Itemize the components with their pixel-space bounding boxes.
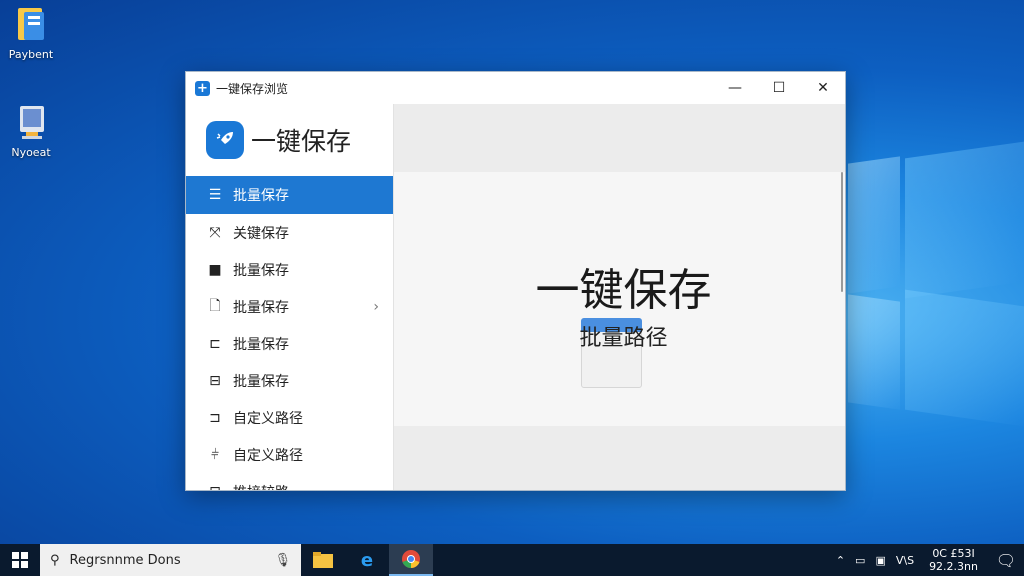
sidebar: 一键保存 ☰ 批量保存 ⤧ 关键保存 ■ 批量保存 🗋 批量保存 › ⊏ 批量保… — [186, 104, 394, 490]
document-icon: 🗋 — [209, 297, 221, 314]
sliders-icon: ⫩ — [210, 446, 220, 463]
desktop-icon-paybent[interactable]: Paybent — [0, 6, 62, 61]
app-plus-icon: + — [195, 80, 210, 96]
box-icon: ■ — [208, 261, 222, 278]
wallpaper-beam — [848, 156, 900, 294]
wallpaper-beam — [848, 294, 900, 410]
sidebar-item-custom-path[interactable]: ⊐ 自定义路径 — [186, 399, 393, 436]
brand-title: 一键保存 — [251, 127, 352, 156]
file-minus-icon: ⊟ — [209, 372, 221, 389]
sidebar-item-more[interactable]: ⊡ 推接较路 — [186, 473, 393, 491]
window-title: 一键保存浏览 — [216, 81, 289, 96]
window-controls: — ☐ ✕ — [713, 72, 845, 104]
sidebar-item-batch-save-2[interactable]: ■ 批量保存 — [186, 251, 393, 288]
desktop-icon-label: Nyoeat — [11, 146, 51, 159]
microphone-icon[interactable]: 🎙 — [274, 553, 291, 568]
tray-text[interactable]: V\S — [896, 554, 914, 567]
clock[interactable]: 0C £53I 92.2.3nn — [929, 547, 978, 573]
maximize-button[interactable]: ☐ — [757, 72, 801, 104]
bracket-icon: ⊐ — [209, 409, 221, 426]
clock-time: 0C £53I — [932, 547, 975, 560]
notification-icon[interactable]: 🗨 — [988, 551, 1024, 570]
sidebar-item-label: 批量保存 — [233, 188, 289, 204]
minimize-button[interactable]: — — [713, 72, 757, 104]
sidebar-item-key-save[interactable]: ⤧ 关键保存 — [186, 214, 393, 251]
chevron-up-icon[interactable]: ⌃ — [836, 554, 845, 567]
network-icon[interactable]: ▣ — [875, 554, 885, 567]
taskbar-chrome[interactable] — [389, 544, 433, 576]
taskbar-search-box[interactable]: ⚲ Regrsnnme Dons 🎙 — [40, 544, 301, 576]
sidebar-item-label: 批量保存 — [233, 373, 289, 390]
sidebar-item-batch-save-5[interactable]: ⊟ 批量保存 — [186, 362, 393, 399]
folder-icon — [313, 552, 333, 568]
system-tray: ⌃ ▭ ▣ V\S 0C £53I 92.2.3nn 🗨 — [831, 544, 1024, 576]
sidebar-item-custom-path-2[interactable]: ⫩ 自定义路径 — [186, 436, 393, 473]
sidebar-item-batch-save-3[interactable]: 🗋 批量保存 › — [186, 288, 393, 325]
hero-subtitle: 批量路径 — [579, 326, 668, 351]
branch-icon: ⊏ — [209, 335, 221, 352]
taskbar-edge[interactable]: e — [345, 544, 389, 576]
main-content: 一键保存 批量路径 — [394, 104, 845, 490]
sidebar-item-label: 批量保存 — [233, 336, 289, 353]
close-button[interactable]: ✕ — [801, 72, 845, 104]
rocket-icon — [206, 121, 244, 159]
search-placeholder: Regrsnnme Dons — [69, 552, 181, 568]
file-icon: ⊡ — [206, 484, 224, 491]
sidebar-item-batch-save[interactable]: ☰ 批量保存 — [186, 176, 393, 214]
sidebar-item-label: 批量保存 — [233, 299, 289, 316]
sidebar-item-label: 推接较路 — [233, 482, 289, 491]
taskbar-file-explorer[interactable] — [301, 544, 345, 576]
app-window: + 一键保存浏览 — ☐ ✕ 一键保存 ☰ 批量保存 ⤧ 关键保存 ■ 批量保存… — [185, 71, 846, 491]
wallpaper-beam — [905, 289, 1024, 427]
list-icon: ☰ — [208, 187, 222, 203]
battery-icon[interactable]: ▭ — [855, 554, 865, 567]
content-header-band — [394, 104, 845, 172]
vertical-scrollbar[interactable] — [841, 172, 843, 292]
sidebar-item-label: 自定义路径 — [233, 447, 303, 464]
folder-doc-icon — [14, 6, 48, 44]
share-nodes-icon: ⤧ — [209, 224, 221, 241]
sidebar-item-label: 关键保存 — [233, 225, 289, 242]
chrome-icon — [402, 550, 420, 568]
hero-title: 一键保存 — [535, 265, 712, 316]
search-icon: ⚲ — [50, 552, 60, 568]
chevron-right-icon: › — [373, 298, 379, 315]
sidebar-item-label: 批量保存 — [233, 262, 289, 279]
edge-icon: e — [360, 549, 374, 571]
desktop-icon-nyoeat[interactable]: Nyoeat — [0, 104, 62, 159]
taskbar: ⚲ Regrsnnme Dons 🎙 e ⌃ ▭ ▣ V\S 0C £53I 9… — [0, 544, 1024, 576]
content-hero-area: 一键保存 批量路径 — [394, 172, 845, 426]
start-button[interactable] — [0, 544, 40, 576]
windows-logo-icon — [12, 552, 28, 568]
desktop-icon-label: Paybent — [8, 48, 54, 61]
wallpaper-beam — [905, 141, 1024, 299]
sidebar-header: 一键保存 — [186, 104, 393, 176]
content-footer-band — [394, 426, 845, 490]
sidebar-item-batch-save-4[interactable]: ⊏ 批量保存 — [186, 325, 393, 362]
sidebar-item-label: 自定义路径 — [233, 410, 303, 427]
computer-icon — [14, 104, 48, 142]
clock-date: 92.2.3nn — [929, 560, 978, 573]
title-bar[interactable]: + 一键保存浏览 — ☐ ✕ — [186, 72, 845, 104]
